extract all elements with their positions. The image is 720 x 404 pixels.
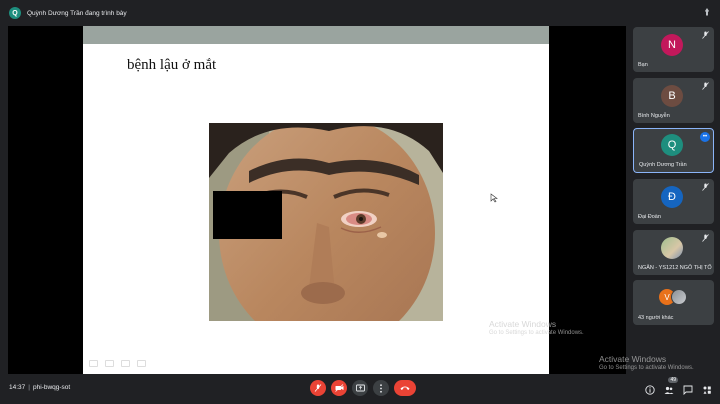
mic-off-icon (702, 183, 709, 191)
activities-button[interactable] (702, 382, 712, 394)
mic-off-icon (702, 234, 709, 242)
slide-next-icon[interactable] (137, 360, 146, 367)
participant-tile-others[interactable]: V 43 người khác (633, 280, 714, 325)
call-controls (310, 380, 416, 396)
activate-windows-watermark-2: Activate Windows Go to Settings to activ… (599, 354, 694, 372)
speaking-indicator-icon: •• (700, 132, 710, 142)
watermark-title: Activate Windows (489, 319, 557, 329)
slide-prev-icon[interactable] (89, 360, 98, 367)
watermark-title: Activate Windows (599, 354, 667, 364)
participant-name: Quỳnh Dương Trần (639, 162, 687, 168)
avatar (671, 289, 687, 305)
watermark-subtitle: Go to Settings to activate Windows. (599, 364, 694, 371)
mic-toggle-button[interactable] (310, 380, 326, 396)
avatar: Đ (661, 186, 683, 208)
slide-pen-icon[interactable] (105, 360, 114, 367)
presenter-label: Quỳnh Dương Trần đang trình bày (27, 9, 127, 17)
people-button[interactable]: 49 (664, 377, 678, 394)
slide-header-band (83, 26, 549, 44)
avatar: B (661, 85, 683, 107)
pin-icon[interactable] (702, 7, 712, 17)
meet-window: Q Quỳnh Dương Trần đang trình bày bệnh l… (0, 0, 720, 404)
participant-tile-ngan[interactable]: NGÂN - YS1212 NGÔ THỊ TỐ (633, 230, 714, 275)
participant-name: 43 người khác (638, 315, 674, 321)
participant-tile-you[interactable]: N Bạn (633, 27, 714, 72)
slide-title: bệnh lậu ở mắt (127, 57, 217, 73)
participant-name: Bình Nguyễn (638, 113, 670, 119)
camera-off-icon (334, 384, 343, 392)
meeting-details-button[interactable] (645, 382, 655, 395)
mic-off-icon (702, 31, 709, 39)
activate-windows-watermark: Activate Windows Go to Settings to activ… (489, 319, 584, 337)
participant-tile-binh[interactable]: B Bình Nguyễn (633, 78, 714, 123)
avatar: Q (661, 134, 683, 156)
participant-name: Đại Đoàn (638, 214, 661, 220)
meeting-time: 14:37 (9, 384, 26, 391)
mic-off-icon (314, 384, 322, 392)
separator: | (28, 384, 30, 391)
camera-toggle-button[interactable] (331, 380, 347, 396)
end-call-button[interactable] (394, 380, 416, 396)
meeting-code: phi-bwqg-sot (32, 384, 71, 391)
participant-name: Bạn (638, 62, 648, 68)
meeting-info: 14:37 | phi-bwqg-sot (9, 384, 70, 391)
present-now-button[interactable] (352, 380, 368, 396)
avatar (661, 237, 683, 259)
more-icon (380, 383, 382, 393)
chat-button[interactable] (683, 382, 693, 396)
slide-toolbar (89, 360, 146, 367)
people-count-badge: 49 (668, 377, 678, 383)
end-call-icon (400, 386, 410, 390)
present-icon (355, 384, 365, 392)
mouse-cursor-icon (490, 193, 498, 203)
shared-slide: bệnh lậu ở mắt (83, 26, 549, 374)
mic-off-icon (702, 82, 709, 90)
side-panel-icons: 49 (645, 377, 712, 396)
slide-menu-icon[interactable] (121, 360, 130, 367)
bottom-bar: 14:37 | phi-bwqg-sot 49 (0, 374, 720, 404)
more-options-button[interactable] (373, 380, 389, 396)
participant-name: NGÂN - YS1212 NGÔ THỊ TỐ (638, 265, 712, 271)
presenter-avatar: Q (9, 7, 21, 19)
others-avatars: V (659, 289, 691, 305)
avatar: N (661, 34, 683, 56)
participant-tile-dai[interactable]: Đ Đại Đoàn (633, 179, 714, 224)
chat-icon (683, 385, 693, 396)
activities-icon (703, 386, 711, 394)
presentation-stage: bệnh lậu ở mắt Activate Windows Go to Se… (8, 26, 626, 374)
participant-tile-quynh[interactable]: Q •• Quỳnh Dương Trần (633, 128, 714, 173)
slide-photo (209, 123, 443, 321)
info-icon (645, 385, 655, 395)
people-icon (664, 386, 674, 394)
watermark-subtitle: Go to Settings to activate Windows. (489, 329, 584, 336)
presenter-bar: Q Quỳnh Dương Trần đang trình bày (0, 0, 720, 26)
